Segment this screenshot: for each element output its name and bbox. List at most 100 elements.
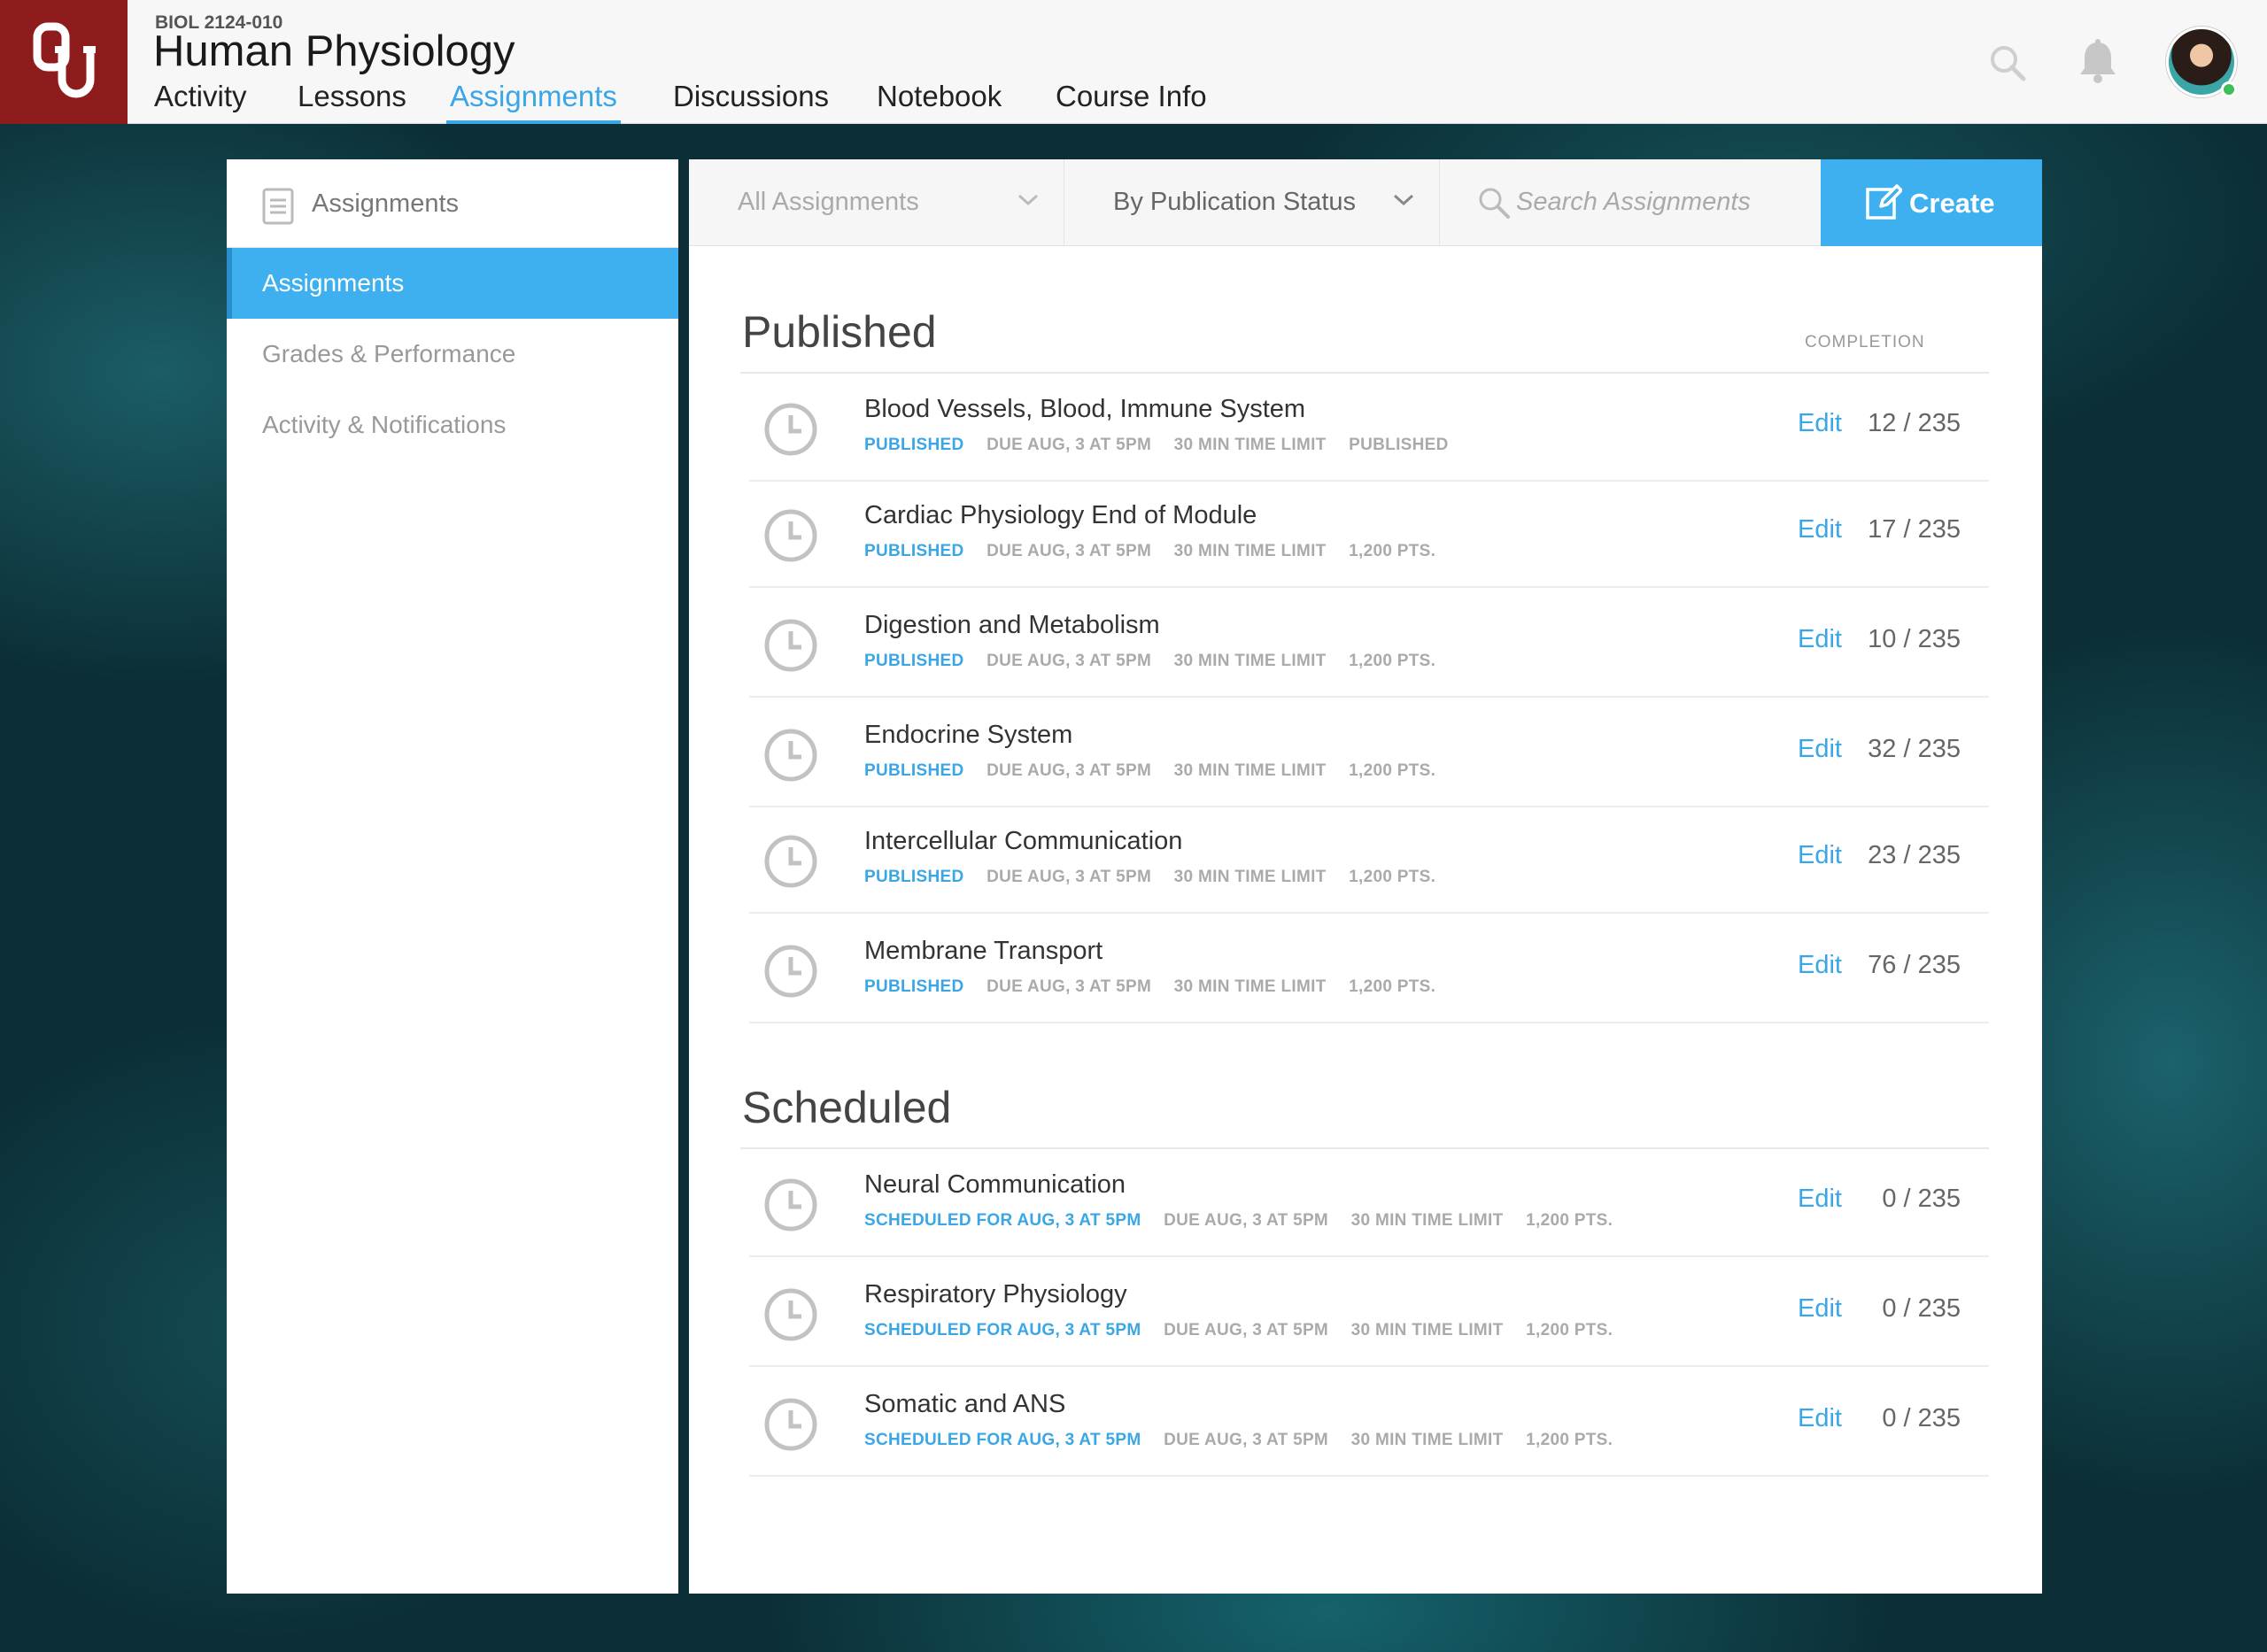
assignment-time-limit: 30 MIN TIME LIMIT xyxy=(1350,1321,1504,1339)
clock-icon xyxy=(763,402,818,461)
section-title-published: Published xyxy=(742,307,937,357)
sidebar-item-assignments[interactable]: Assignments xyxy=(227,248,678,319)
assignment-row[interactable]: Intercellular Communication PUBLISHED DU… xyxy=(749,806,1989,914)
assignment-extra: 1,200 PTS. xyxy=(1526,1211,1613,1230)
assignment-status: SCHEDULED FOR AUG, 3 AT 5PM xyxy=(864,1431,1141,1449)
clock-icon xyxy=(763,944,818,1003)
tab-course-info[interactable]: Course Info xyxy=(1056,78,1207,124)
edit-link[interactable]: Edit xyxy=(1798,625,1842,654)
sidebar: Assignments Assignments Grades & Perform… xyxy=(227,159,678,1594)
search-icon[interactable] xyxy=(1989,44,2026,86)
edit-link[interactable]: Edit xyxy=(1798,409,1842,438)
tab-lessons[interactable]: Lessons xyxy=(298,78,406,124)
assignment-due-date: DUE AUG, 3 AT 5PM xyxy=(1164,1321,1329,1339)
assignment-due-date: DUE AUG, 3 AT 5PM xyxy=(986,542,1152,560)
assignment-row[interactable]: Cardiac Physiology End of Module PUBLISH… xyxy=(749,480,1989,588)
completion-count: 32 / 235 xyxy=(1868,735,1961,763)
assignment-meta: SCHEDULED FOR AUG, 3 AT 5PM DUE AUG, 3 A… xyxy=(864,1211,1630,1231)
completion-count: 0 / 235 xyxy=(1882,1185,1961,1213)
edit-icon xyxy=(1865,183,1903,225)
assignment-due-date: DUE AUG, 3 AT 5PM xyxy=(1164,1211,1329,1230)
tab-discussions[interactable]: Discussions xyxy=(673,78,829,124)
assignment-extra: 1,200 PTS. xyxy=(1349,761,1436,780)
assignment-status: SCHEDULED FOR AUG, 3 AT 5PM xyxy=(864,1321,1141,1339)
assignment-time-limit: 30 MIN TIME LIMIT xyxy=(1173,542,1327,560)
edit-link[interactable]: Edit xyxy=(1798,841,1842,870)
tab-notebook[interactable]: Notebook xyxy=(877,78,1002,124)
edit-link[interactable]: Edit xyxy=(1798,951,1842,980)
assignment-extra: 1,200 PTS. xyxy=(1526,1431,1613,1449)
assignment-meta: PUBLISHED DUE AUG, 3 AT 5PM 30 MIN TIME … xyxy=(864,977,1453,997)
assignment-meta: PUBLISHED DUE AUG, 3 AT 5PM 30 MIN TIME … xyxy=(864,542,1453,561)
clock-icon xyxy=(763,508,818,567)
assignment-status: PUBLISHED xyxy=(864,761,964,780)
assignment-time-limit: 30 MIN TIME LIMIT xyxy=(1350,1211,1504,1230)
assignment-status: PUBLISHED xyxy=(864,436,964,454)
assignment-status: PUBLISHED xyxy=(864,868,964,886)
completion-count: 0 / 235 xyxy=(1882,1404,1961,1432)
assignment-meta: SCHEDULED FOR AUG, 3 AT 5PM DUE AUG, 3 A… xyxy=(864,1321,1630,1340)
assignment-title[interactable]: Digestion and Metabolism xyxy=(864,611,1160,640)
sort-value: By Publication Status xyxy=(1113,188,1357,216)
edit-link[interactable]: Edit xyxy=(1798,735,1842,764)
filter-dropdown[interactable]: All Assignments xyxy=(689,159,1064,246)
tab-assignments[interactable]: Assignments xyxy=(446,78,621,124)
assignment-extra: 1,200 PTS. xyxy=(1349,652,1436,670)
assignment-extra: 1,200 PTS. xyxy=(1349,977,1436,996)
assignment-extra: 1,200 PTS. xyxy=(1349,868,1436,886)
assignment-row[interactable]: Respiratory Physiology SCHEDULED FOR AUG… xyxy=(749,1259,1989,1367)
section-title-scheduled: Scheduled xyxy=(742,1083,952,1132)
create-button[interactable]: Create xyxy=(1821,159,2042,246)
assignment-row[interactable]: Endocrine System PUBLISHED DUE AUG, 3 AT… xyxy=(749,699,1989,807)
edit-link[interactable]: Edit xyxy=(1798,1185,1842,1214)
assignments-panel: All Assignments By Publication Status Se… xyxy=(689,159,2042,1594)
document-icon xyxy=(262,188,294,229)
completion-count: 12 / 235 xyxy=(1868,409,1961,437)
assignment-title[interactable]: Neural Communication xyxy=(864,1170,1126,1200)
sidebar-header: Assignments xyxy=(227,159,678,248)
assignment-row[interactable]: Membrane Transport PUBLISHED DUE AUG, 3 … xyxy=(749,915,1989,1023)
assignment-title[interactable]: Membrane Transport xyxy=(864,937,1103,966)
assignment-time-limit: 30 MIN TIME LIMIT xyxy=(1173,761,1327,780)
assignment-status: SCHEDULED FOR AUG, 3 AT 5PM xyxy=(864,1211,1141,1230)
completion-count: 10 / 235 xyxy=(1868,625,1961,653)
clock-icon xyxy=(763,618,818,677)
edit-link[interactable]: Edit xyxy=(1798,515,1842,544)
assignment-meta: PUBLISHED DUE AUG, 3 AT 5PM 30 MIN TIME … xyxy=(864,436,1466,455)
assignment-title[interactable]: Blood Vessels, Blood, Immune System xyxy=(864,395,1305,424)
assignment-title[interactable]: Somatic and ANS xyxy=(864,1390,1065,1419)
tab-activity[interactable]: Activity xyxy=(154,78,247,124)
clock-icon xyxy=(763,1287,818,1347)
completion-count: 23 / 235 xyxy=(1868,841,1961,869)
assignment-title[interactable]: Endocrine System xyxy=(864,721,1072,750)
bell-icon[interactable] xyxy=(2077,39,2118,89)
assignment-row[interactable]: Somatic and ANS SCHEDULED FOR AUG, 3 AT … xyxy=(749,1369,1989,1477)
assignment-meta: PUBLISHED DUE AUG, 3 AT 5PM 30 MIN TIME … xyxy=(864,652,1453,671)
assignment-status: PUBLISHED xyxy=(864,542,964,560)
assignment-due-date: DUE AUG, 3 AT 5PM xyxy=(986,977,1152,996)
completion-column-header: COMPLETION xyxy=(1805,333,1925,351)
university-logo[interactable] xyxy=(0,0,128,124)
assignment-meta: PUBLISHED DUE AUG, 3 AT 5PM 30 MIN TIME … xyxy=(864,761,1453,781)
search-field[interactable]: Search Assignments xyxy=(1440,159,1821,246)
edit-link[interactable]: Edit xyxy=(1798,1294,1842,1324)
assignment-due-date: DUE AUG, 3 AT 5PM xyxy=(986,761,1152,780)
completion-count: 17 / 235 xyxy=(1868,515,1961,544)
edit-link[interactable]: Edit xyxy=(1798,1404,1842,1433)
filter-value: All Assignments xyxy=(738,188,919,216)
chevron-down-icon xyxy=(1017,193,1040,212)
sidebar-item-grades-performance[interactable]: Grades & Performance xyxy=(227,319,678,390)
create-label: Create xyxy=(1909,188,1995,219)
assignment-extra: 1,200 PTS. xyxy=(1526,1321,1613,1339)
assignment-row[interactable]: Digestion and Metabolism PUBLISHED DUE A… xyxy=(749,590,1989,698)
search-placeholder: Search Assignments xyxy=(1516,188,1751,216)
toolbar: All Assignments By Publication Status Se… xyxy=(689,159,2042,246)
sidebar-item-activity-notifications[interactable]: Activity & Notifications xyxy=(227,390,678,460)
completion-count: 0 / 235 xyxy=(1882,1294,1961,1323)
assignment-row[interactable]: Neural Communication SCHEDULED FOR AUG, … xyxy=(749,1149,1989,1257)
assignment-title[interactable]: Respiratory Physiology xyxy=(864,1280,1127,1309)
assignment-title[interactable]: Intercellular Communication xyxy=(864,827,1182,856)
assignment-title[interactable]: Cardiac Physiology End of Module xyxy=(864,501,1257,530)
sort-dropdown[interactable]: By Publication Status xyxy=(1064,159,1440,246)
assignment-row[interactable]: Blood Vessels, Blood, Immune System PUBL… xyxy=(749,374,1989,482)
